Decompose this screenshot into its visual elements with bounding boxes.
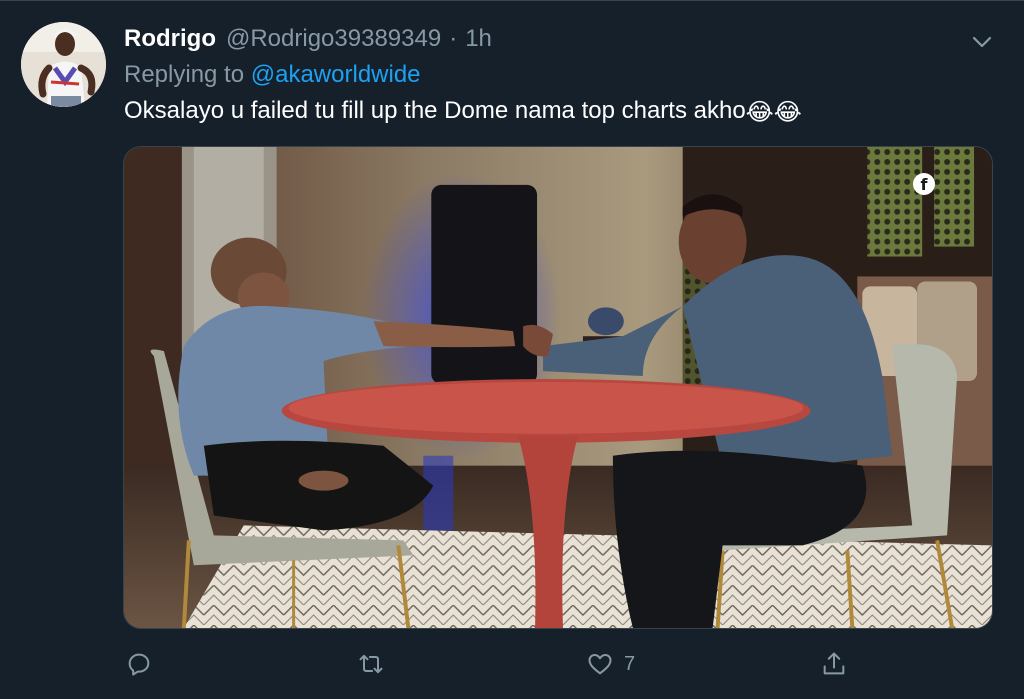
replying-to-label: Replying to xyxy=(124,61,251,88)
tweet-card[interactable]: Rodrigo @Rodrigo39389349 · 1h Replying t… xyxy=(0,0,1024,699)
avatar-image xyxy=(21,22,106,107)
replying-to-mention[interactable]: @akaworldwide xyxy=(251,61,421,88)
tweet-actions: 7 xyxy=(0,647,1024,681)
media-photo xyxy=(124,147,992,628)
replying-to: Replying to @akaworldwide xyxy=(124,61,421,89)
chevron-down-icon xyxy=(972,36,992,48)
tears-of-joy-emoji-1: 😂 xyxy=(745,99,774,126)
author-handle[interactable]: @Rodrigo39389349 xyxy=(226,25,441,53)
retweet-icon xyxy=(359,654,383,674)
tweet-text: Oksalayo u failed tu fill up the Dome na… xyxy=(124,95,802,129)
like-count: 7 xyxy=(624,652,636,675)
author-display-name[interactable]: Rodrigo xyxy=(124,25,216,53)
avatar[interactable] xyxy=(21,22,106,107)
retweet-button[interactable] xyxy=(357,647,395,681)
header-separator: · xyxy=(449,25,458,52)
tweet-media[interactable] xyxy=(123,146,993,629)
heart-icon xyxy=(588,654,612,675)
reply-icon xyxy=(128,653,150,676)
tears-of-joy-emoji-2: 😂 xyxy=(773,99,802,126)
more-options-button[interactable] xyxy=(969,29,995,55)
tweet-header: Rodrigo @Rodrigo39389349 · 1h xyxy=(124,25,492,57)
share-button[interactable] xyxy=(820,647,858,681)
facebook-watermark: f xyxy=(913,173,935,195)
tweet-body: Oksalayo u failed tu fill up the Dome na… xyxy=(124,97,746,124)
reply-button[interactable] xyxy=(125,647,163,681)
tweet-timestamp[interactable]: 1h xyxy=(465,25,492,53)
like-button[interactable]: 7 xyxy=(586,647,635,681)
share-icon xyxy=(823,652,845,675)
